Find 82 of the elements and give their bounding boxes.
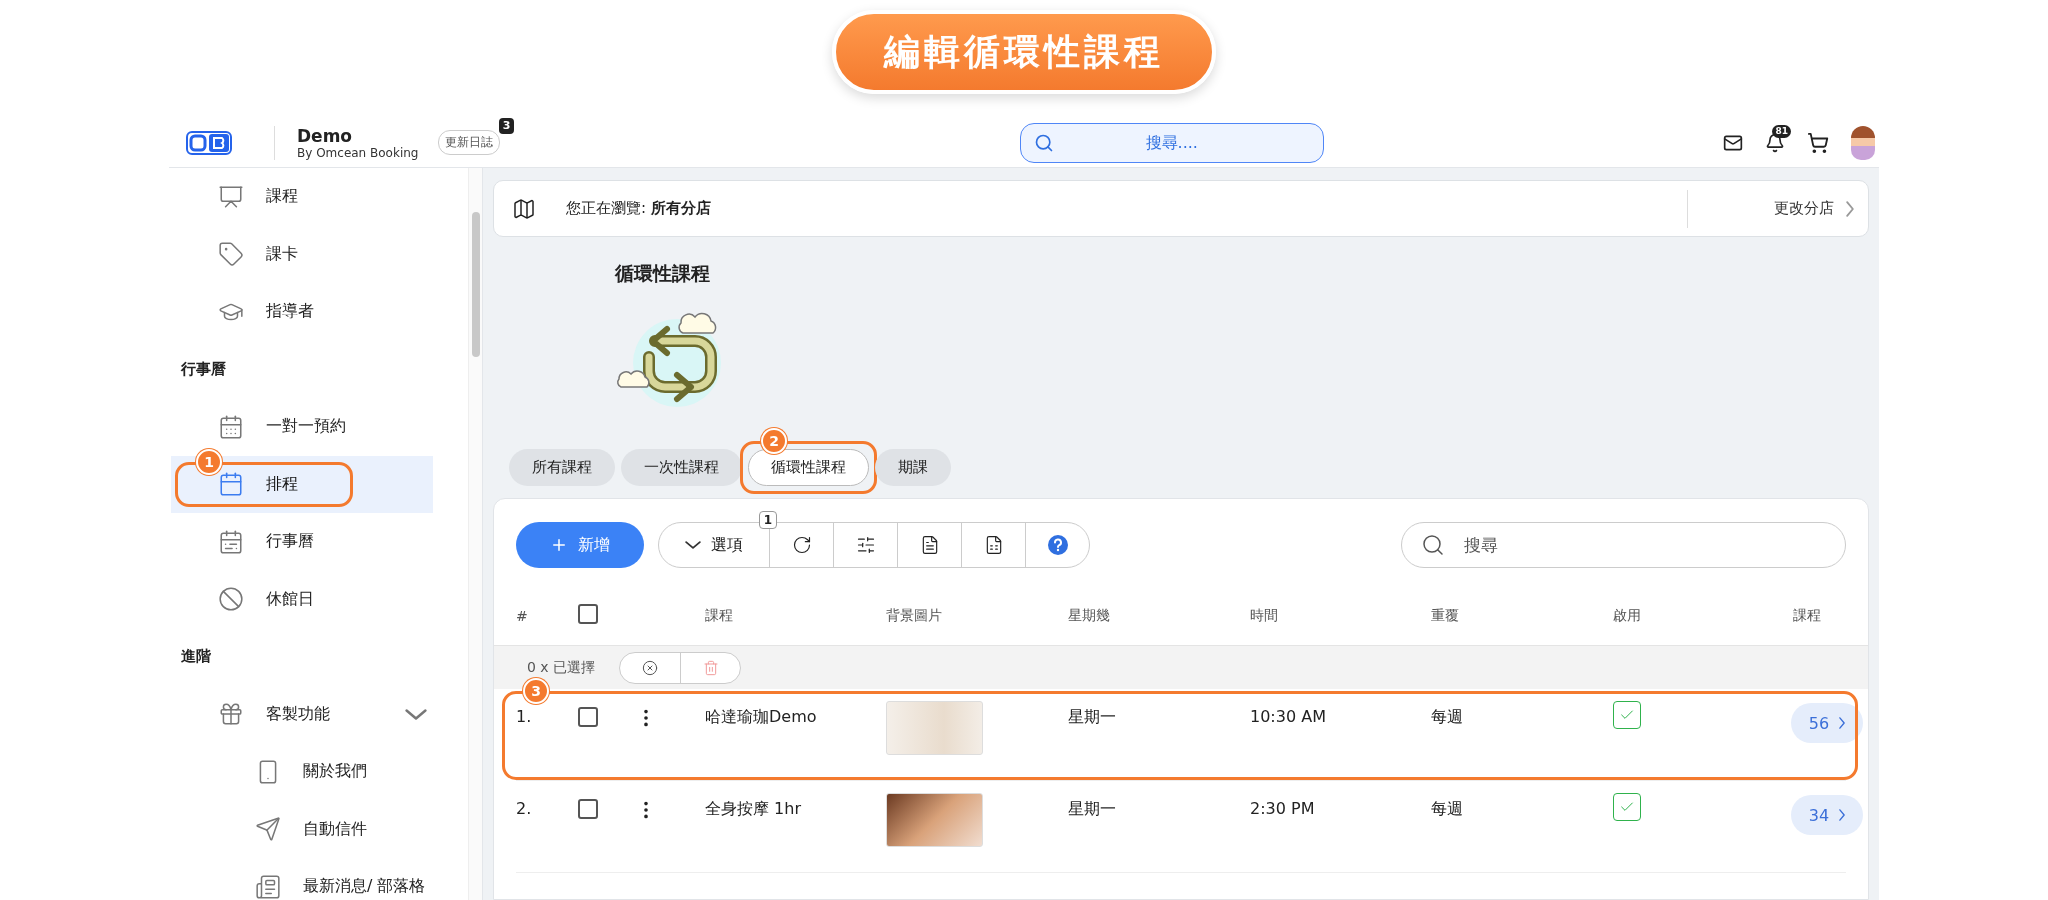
column-header[interactable]: 星期幾 [1068,607,1250,625]
filter-tab[interactable]: 期課 [875,449,951,486]
course-name: 哈達瑜珈Demo [705,707,818,728]
logo-icon [186,129,232,156]
time-cell-text: 10:30 AM [1250,707,1327,726]
enabled-checkbox[interactable] [1613,793,1641,821]
column-header[interactable]: 課程 [1793,607,1846,625]
sidebar-section-heading: 進階 [180,646,212,668]
column-header[interactable]: 背景圖片 [886,607,1068,625]
chevron-icon [685,541,701,549]
plus-icon [550,536,568,554]
sidebar-item[interactable]: 自動信件 [171,800,433,858]
filter-tab[interactable]: 循環性課程 [748,449,869,486]
column-header[interactable]: 重覆 [1431,607,1613,625]
sidebar-item-icon [218,528,244,555]
time-cell-text: 2:30 PM [1250,799,1316,818]
sidebar-item-icon [218,471,244,498]
chevron-icon [1846,200,1854,217]
session-count-button[interactable]: 34 [1791,795,1863,835]
row-checkbox[interactable] [578,707,598,727]
brand-name: Demo [297,125,354,146]
step-number-badge: 1 [196,448,222,475]
brand-subtitle: By Omcean Booking [297,145,419,160]
close-icon [642,659,659,676]
scrollbar[interactable] [468,168,482,900]
session-count-button[interactable]: 56 [1791,703,1863,743]
sidebar-item[interactable]: 課程 [171,168,433,226]
refresh-icon [791,535,812,555]
bell-icon[interactable] [1765,132,1785,153]
step-number-badge: 2 [761,428,787,454]
sidebar-item-icon [218,413,244,440]
sidebar-item-icon [255,873,281,900]
sidebar-item-icon [255,816,281,843]
filter-tab[interactable]: 所有課程 [509,449,615,486]
count-badge: 3 [498,118,515,134]
cart-icon[interactable] [1807,131,1829,154]
sidebar-item[interactable]: 行事曆 [171,513,433,571]
row-number: 2. [516,799,533,818]
repeat-cell-text: 每週 [1431,707,1464,728]
selection-count: 0 x 已選擇 [527,658,596,677]
weekday-cell-text: 星期一 [1068,707,1117,728]
row-checkbox[interactable] [578,799,598,819]
row-number: 1. [516,707,533,726]
sidebar-item[interactable]: 關於我們 [171,743,433,801]
sidebar-section-heading: 行事曆 [180,358,227,380]
sidebar-item-icon [218,183,244,210]
filter-tab[interactable]: 一次性課程 [621,449,742,486]
branch-text: 您正在瀏覽: 所有分店 [566,199,711,218]
sidebar-item-icon [218,586,244,613]
avatar[interactable] [1851,125,1875,160]
changelog-button[interactable]: 更新日誌 [438,130,501,155]
count-badge: 1 [758,511,777,529]
course-name: 全身按摩 1hr [705,799,802,820]
sidebar-item[interactable]: 指導者 [171,283,433,341]
search-icon [1421,533,1445,557]
count-badge: 81 [1772,124,1791,138]
sliders-icon [855,535,876,555]
select-all-checkbox[interactable] [578,604,598,624]
search-icon [1033,132,1054,153]
sidebar-item[interactable]: 課卡 [171,225,433,283]
search-field[interactable]: 搜尋 [1401,522,1846,568]
column-header[interactable]: # [516,608,578,624]
sidebar-item[interactable]: 最新消息/ 部落格 [171,858,433,900]
sidebar-item[interactable]: 客製功能 [171,685,433,743]
change-branch-button[interactable]: 更改分店 [1687,189,1868,228]
sidebar-item-icon [218,701,244,728]
search-field[interactable]: 搜尋.... [1019,122,1324,163]
column-header[interactable]: 時間 [1250,607,1431,625]
repeat-cell-text: 每週 [1431,799,1464,820]
sidebar-item-icon [218,241,244,268]
add-button[interactable]: 新增 [516,522,644,568]
chevron-icon [1839,809,1846,821]
column-header[interactable]: 啟用 [1613,607,1793,625]
help-icon [1046,534,1069,556]
page-title: 循環性課程 [615,261,711,286]
weekday-cell-text: 星期一 [1068,799,1117,820]
column-header[interactable]: 課程 [705,607,886,625]
step-number-badge: 3 [523,678,549,704]
chevron-icon [1839,717,1846,729]
sidebar-item[interactable]: 休館日 [171,570,433,628]
enabled-checkbox[interactable] [1613,701,1641,729]
trash-icon [702,659,719,676]
